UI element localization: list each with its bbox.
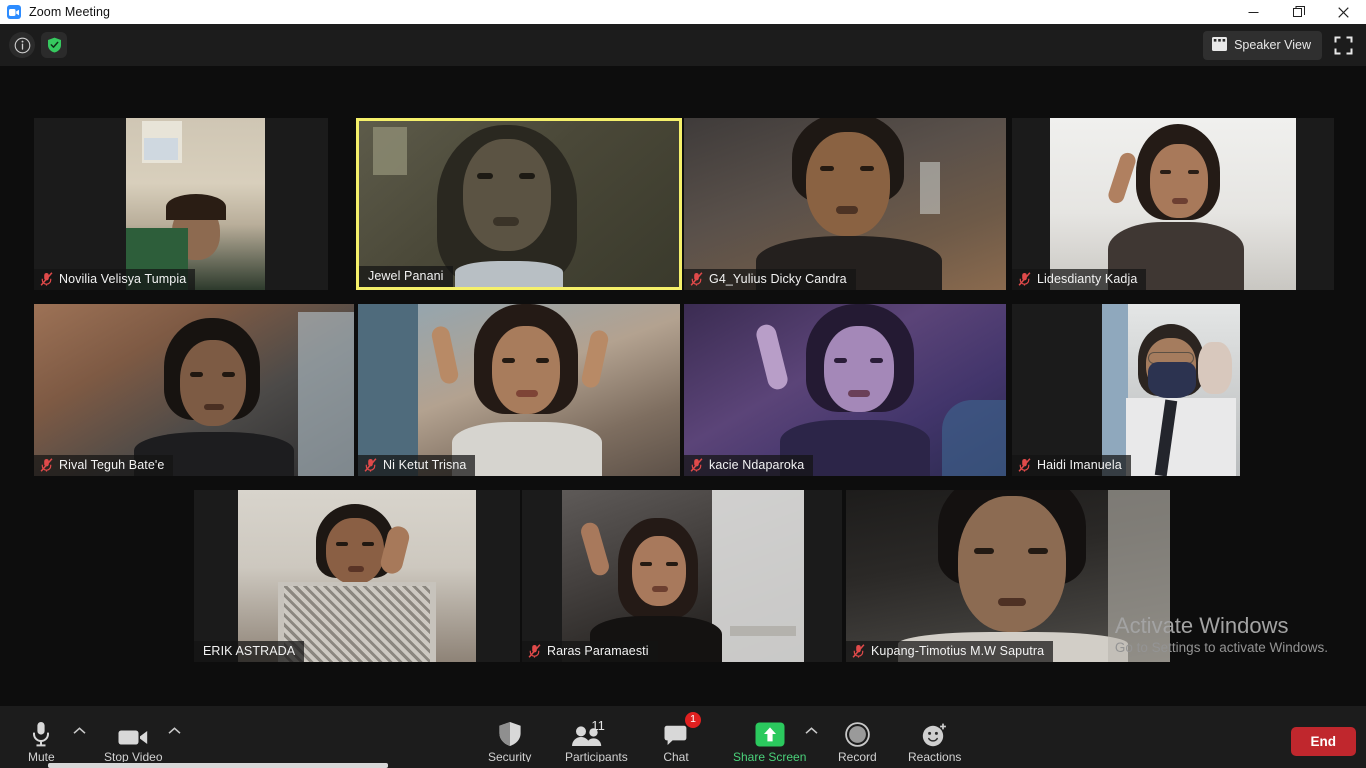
participant-tile[interactable]: Jewel Panani	[356, 118, 682, 290]
participant-name-bar: Jewel Panani	[359, 266, 453, 287]
window-controls	[1231, 0, 1366, 24]
participant-name: Jewel Panani	[368, 269, 444, 283]
reactions-button[interactable]: Reactions	[908, 717, 961, 764]
participant-tile[interactable]: Ni Ketut Trisna	[358, 304, 680, 476]
watermark-title: Activate Windows	[1114, 612, 1289, 638]
chat-unread-badge: 1	[685, 712, 701, 728]
window-title: Zoom Meeting	[29, 5, 111, 19]
participant-tile[interactable]: Novilia Velisya Tumpia	[34, 118, 328, 290]
participant-video	[359, 121, 679, 287]
mic-muted-icon	[852, 644, 865, 658]
participant-name-bar: Novilia Velisya Tumpia	[34, 269, 196, 290]
participant-name-bar: Ni Ketut Trisna	[358, 455, 476, 476]
record-button[interactable]: Record	[838, 717, 877, 764]
security-button[interactable]: Security	[488, 717, 531, 764]
view-controls: Speaker View	[1203, 24, 1358, 66]
chat-button[interactable]: 1 Chat	[663, 712, 701, 764]
participant-tile[interactable]: ERIK ASTRADA	[194, 490, 520, 662]
speaker-view-label: Speaker View	[1234, 38, 1311, 52]
participant-name-bar: Haidi Imanuela	[1012, 455, 1131, 476]
zoom-camera-icon	[7, 5, 21, 19]
mic-muted-icon	[40, 272, 53, 286]
mic-muted-icon	[1018, 272, 1031, 286]
participants-count: 11	[591, 718, 605, 733]
participant-name: Ni Ketut Trisna	[383, 458, 467, 472]
participant-video	[126, 118, 265, 290]
participant-name-bar: ERIK ASTRADA	[194, 641, 305, 662]
windows-activation-watermark: Activate Windows Go to Settings to activ…	[1115, 612, 1328, 658]
participant-video	[1050, 118, 1296, 290]
speaker-view-button[interactable]: Speaker View	[1203, 30, 1322, 60]
video-options-chevron-icon[interactable]	[168, 727, 181, 738]
video-gallery: Novilia Velisya Tumpia Jewel Panani G4_Y…	[0, 66, 1366, 706]
mic-muted-icon	[364, 458, 377, 472]
share-screen-button[interactable]: Share Screen	[733, 717, 806, 764]
participants-button[interactable]: 11 Participants	[565, 717, 628, 764]
mic-muted-icon	[528, 644, 541, 658]
participant-video	[1102, 304, 1240, 476]
participant-name-bar: G4_Yulius Dicky Candra	[684, 269, 856, 290]
mute-button[interactable]: Mute	[28, 717, 55, 764]
info-icon[interactable]	[9, 32, 35, 58]
participant-tile[interactable]: Lidesdianty Kadja	[1012, 118, 1334, 290]
mic-muted-icon	[690, 458, 703, 472]
chat-bubble-icon: 1	[663, 712, 701, 747]
video-camera-icon	[118, 717, 148, 747]
participant-video	[684, 304, 1006, 476]
participant-tile[interactable]: G4_Yulius Dicky Candra	[684, 118, 1006, 290]
participant-name-bar: Rival Teguh Bate'e	[34, 455, 174, 476]
mic-muted-icon	[1018, 458, 1031, 472]
record-circle-icon	[845, 717, 870, 747]
minimize-icon[interactable]	[1231, 0, 1276, 24]
participant-video	[238, 490, 476, 662]
participant-name-bar: Kupang-Timotius M.W Saputra	[846, 641, 1054, 662]
mute-options-chevron-icon[interactable]	[73, 727, 86, 738]
participant-name: Novilia Velisya Tumpia	[59, 272, 187, 286]
participant-name: ERIK ASTRADA	[203, 644, 296, 658]
participant-name: Lidesdianty Kadja	[1037, 272, 1138, 286]
people-icon: 11	[566, 717, 626, 747]
participant-tile[interactable]: kacie Ndaparoka	[684, 304, 1006, 476]
mic-muted-icon	[690, 272, 703, 286]
participant-video	[358, 304, 680, 476]
participant-name-bar: Lidesdianty Kadja	[1012, 269, 1147, 290]
restore-icon[interactable]	[1276, 0, 1321, 24]
participant-name: Rival Teguh Bate'e	[59, 458, 165, 472]
meeting-top-bar: Speaker View	[0, 24, 1366, 66]
participant-name: kacie Ndaparoka	[709, 458, 805, 472]
participant-name: Haidi Imanuela	[1037, 458, 1122, 472]
window-title-bar: Zoom Meeting	[0, 0, 1366, 24]
participant-tile[interactable]: Haidi Imanuela	[1012, 304, 1240, 476]
participant-name: Raras Paramaesti	[547, 644, 649, 658]
shield-icon	[498, 717, 522, 747]
horizontal-scrollbar-thumb[interactable]	[48, 763, 388, 768]
share-options-chevron-icon[interactable]	[805, 727, 818, 738]
meeting-toolbar: Mute Stop Video Security 11 Participants	[0, 706, 1366, 768]
end-meeting-button[interactable]: End	[1290, 727, 1356, 756]
participant-video	[684, 118, 1006, 290]
stop-video-button[interactable]: Stop Video	[104, 717, 163, 764]
close-icon[interactable]	[1321, 0, 1366, 24]
grid-view-icon	[1212, 36, 1228, 54]
participant-video	[562, 490, 804, 662]
participant-tile[interactable]: Rival Teguh Bate'e	[34, 304, 354, 476]
microphone-icon	[31, 717, 51, 747]
participant-video	[34, 304, 354, 476]
shield-check-icon[interactable]	[41, 32, 67, 58]
smiley-plus-icon	[922, 717, 948, 747]
participant-name: G4_Yulius Dicky Candra	[709, 272, 847, 286]
horizontal-scrollbar-track[interactable]	[0, 762, 1366, 768]
watermark-subtitle: Go to Settings to activate Windows.	[1114, 640, 1328, 656]
share-arrow-up-icon	[755, 717, 785, 747]
participant-tile[interactable]: Raras Paramaesti	[522, 490, 842, 662]
participant-name: Kupang-Timotius M.W Saputra	[871, 644, 1045, 658]
participant-name-bar: kacie Ndaparoka	[684, 455, 814, 476]
enter-fullscreen-icon[interactable]	[1328, 30, 1358, 60]
participant-name-bar: Raras Paramaesti	[522, 641, 658, 662]
mic-muted-icon	[40, 458, 53, 472]
